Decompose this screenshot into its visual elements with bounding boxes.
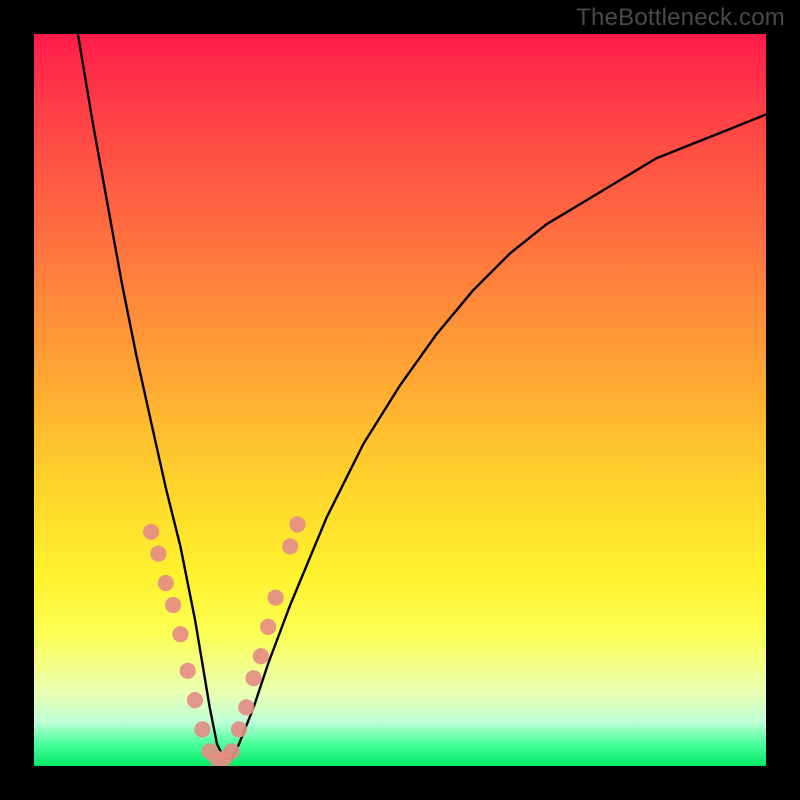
curve-marker (150, 546, 166, 562)
curve-marker (172, 626, 188, 642)
watermark-text: TheBottleneck.com (576, 4, 785, 32)
curve-marker (231, 721, 247, 737)
curve-marker (165, 597, 181, 613)
curve-marker (282, 538, 298, 554)
bottleneck-curve (78, 34, 766, 759)
curve-marker (180, 663, 196, 679)
curve-marker (253, 648, 269, 664)
curve-marker (268, 590, 284, 606)
curve-marker (187, 692, 203, 708)
curve-marker (194, 721, 210, 737)
chart-svg (34, 34, 766, 766)
curve-marker (260, 619, 276, 635)
curve-marker (158, 575, 174, 591)
marker-layer (143, 516, 306, 766)
curve-marker (289, 516, 305, 532)
plot-area (34, 34, 766, 766)
outer-frame: TheBottleneck.com (0, 0, 800, 800)
curve-marker (143, 524, 159, 540)
curve-marker (238, 699, 254, 715)
curve-marker (224, 743, 240, 759)
curve-marker (246, 670, 262, 686)
curve-layer (78, 34, 766, 759)
